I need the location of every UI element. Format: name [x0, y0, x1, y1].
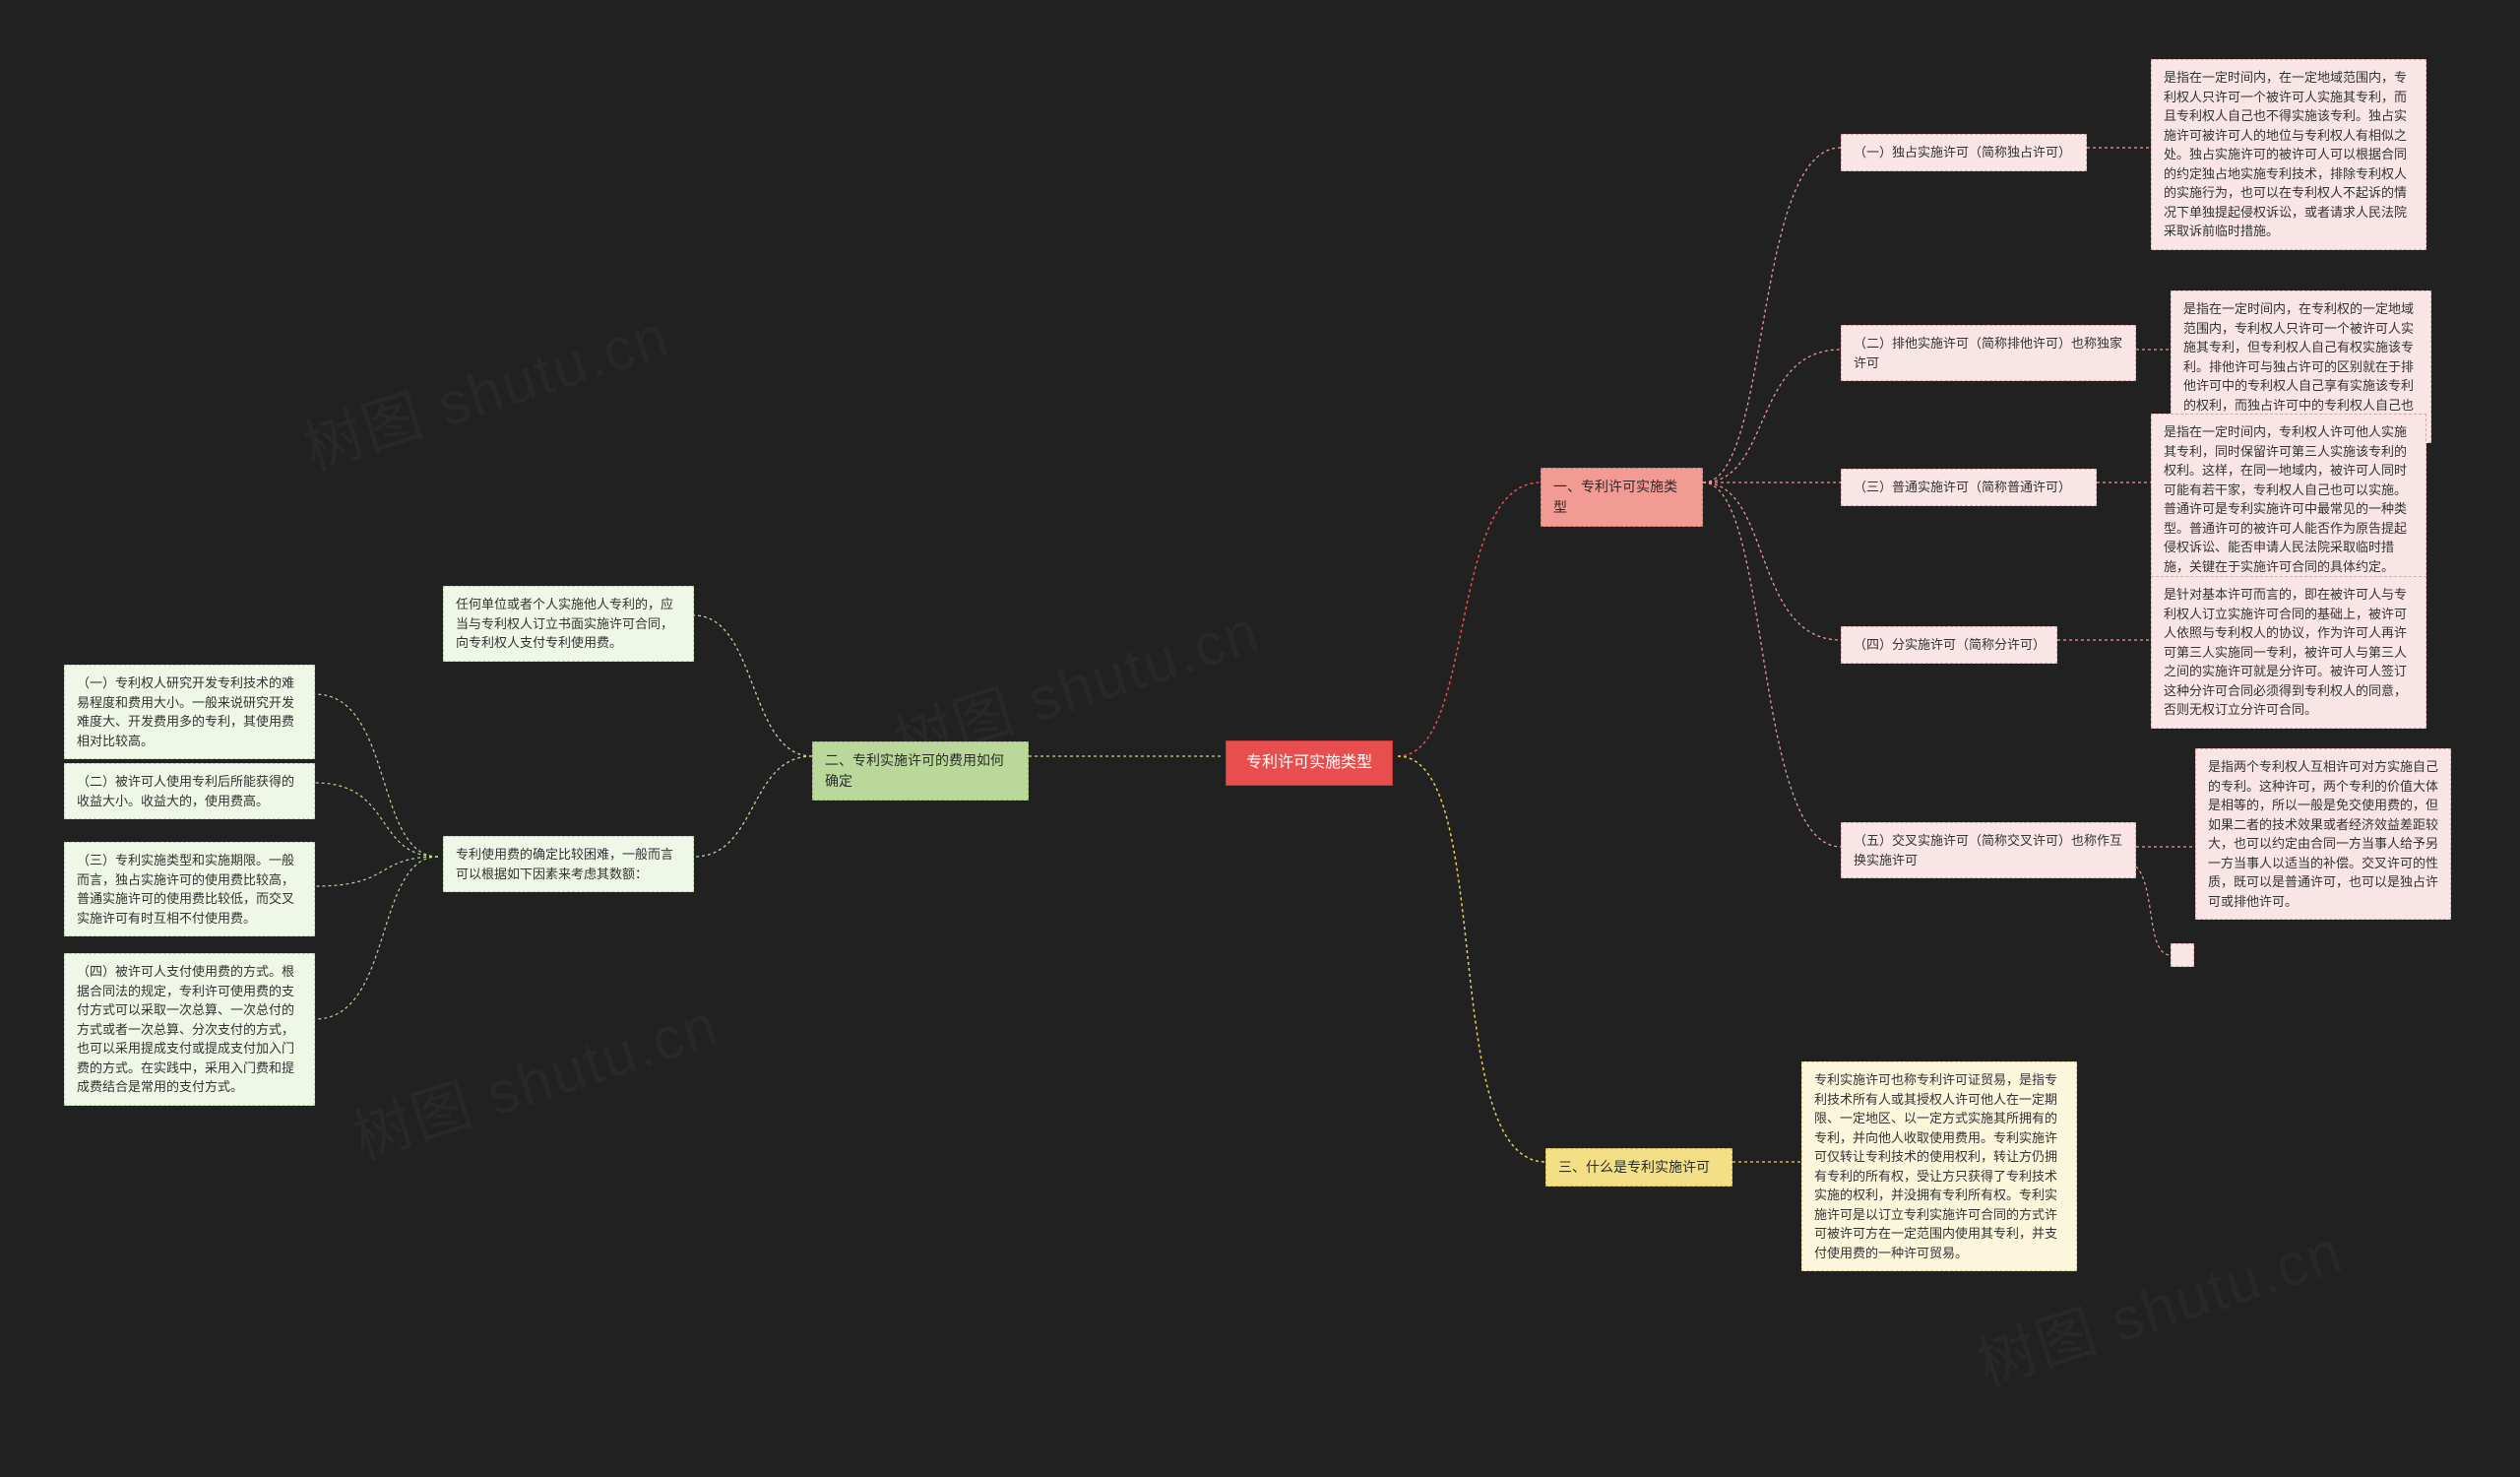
sec1-item1-desc[interactable]: 是指在一定时间内，在一定地域范围内，专利权人只许可一个被许可人实施其专利，而且专… [2151, 59, 2426, 250]
sec2-p2[interactable]: 专利使用费的确定比较困难，一般而言可以根据如下因素来考虑其数额： [443, 836, 694, 892]
sec1-item4-desc[interactable]: 是针对基本许可而言的，即在被许可人与专利权人订立实施许可合同的基础上，被许可人依… [2151, 576, 2426, 729]
watermark: 树图 shutu.cn [291, 289, 679, 487]
sec3-desc[interactable]: 专利实施许可也称专利许可证贸易，是指专利技术所有人或其授权人许可他人在一定期限、… [1801, 1061, 2077, 1271]
sec1-item2-label[interactable]: （二）排他实施许可（简称排他许可）也称独家许可 [1841, 325, 2136, 381]
section-2[interactable]: 二、专利实施许可的费用如何确定 [812, 741, 1029, 801]
sec1-item1-label[interactable]: （一）独占实施许可（简称独占许可） [1841, 134, 2087, 171]
sec1-item4-label[interactable]: （四）分实施许可（简称分许可） [1841, 626, 2057, 664]
sec1-item3-label[interactable]: （三）普通实施许可（简称普通许可） [1841, 469, 2097, 506]
root-node[interactable]: 专利许可实施类型 [1226, 740, 1393, 786]
sec2-factor-1[interactable]: （一）专利权人研究开发专利技术的难易程度和费用大小。一般来说研究开发难度大、开发… [64, 665, 315, 759]
watermark: 树图 shutu.cn [341, 978, 728, 1177]
sec1-item3-desc[interactable]: 是指在一定时间内，专利权人许可他人实施其专利，同时保留许可第三人实施该专利的权利… [2151, 414, 2426, 585]
sec2-factor-4[interactable]: （四）被许可人支付使用费的方式。根据合同法的规定，专利许可使用费的支付方式可以采… [64, 953, 315, 1106]
section-3[interactable]: 三、什么是专利实施许可 [1545, 1148, 1732, 1187]
sec2-factor-3[interactable]: （三）专利实施类型和实施期限。一般而言，独占实施许可的使用费比较高，普通实施许可… [64, 842, 315, 936]
mindmap-canvas[interactable]: 树图 shutu.cn 树图 shutu.cn 树图 shutu.cn 树图 s… [0, 0, 2520, 1477]
section-1[interactable]: 一、专利许可实施类型 [1541, 468, 1703, 527]
sec1-item5-extra[interactable] [2171, 943, 2194, 967]
sec2-factor-2[interactable]: （二）被许可人使用专利后所能获得的收益大小。收益大的，使用费高。 [64, 763, 315, 819]
sec2-p1[interactable]: 任何单位或者个人实施他人专利的，应当与专利权人订立书面实施许可合同，向专利权人支… [443, 586, 694, 662]
connection-lines [0, 0, 2520, 1477]
sec1-item5-label[interactable]: （五）交叉实施许可（简称交叉许可）也称作互换实施许可 [1841, 822, 2136, 878]
sec1-item5-desc[interactable]: 是指两个专利权人互相许可对方实施自己的专利。这种许可，两个专利的价值大体是相等的… [2195, 748, 2451, 920]
